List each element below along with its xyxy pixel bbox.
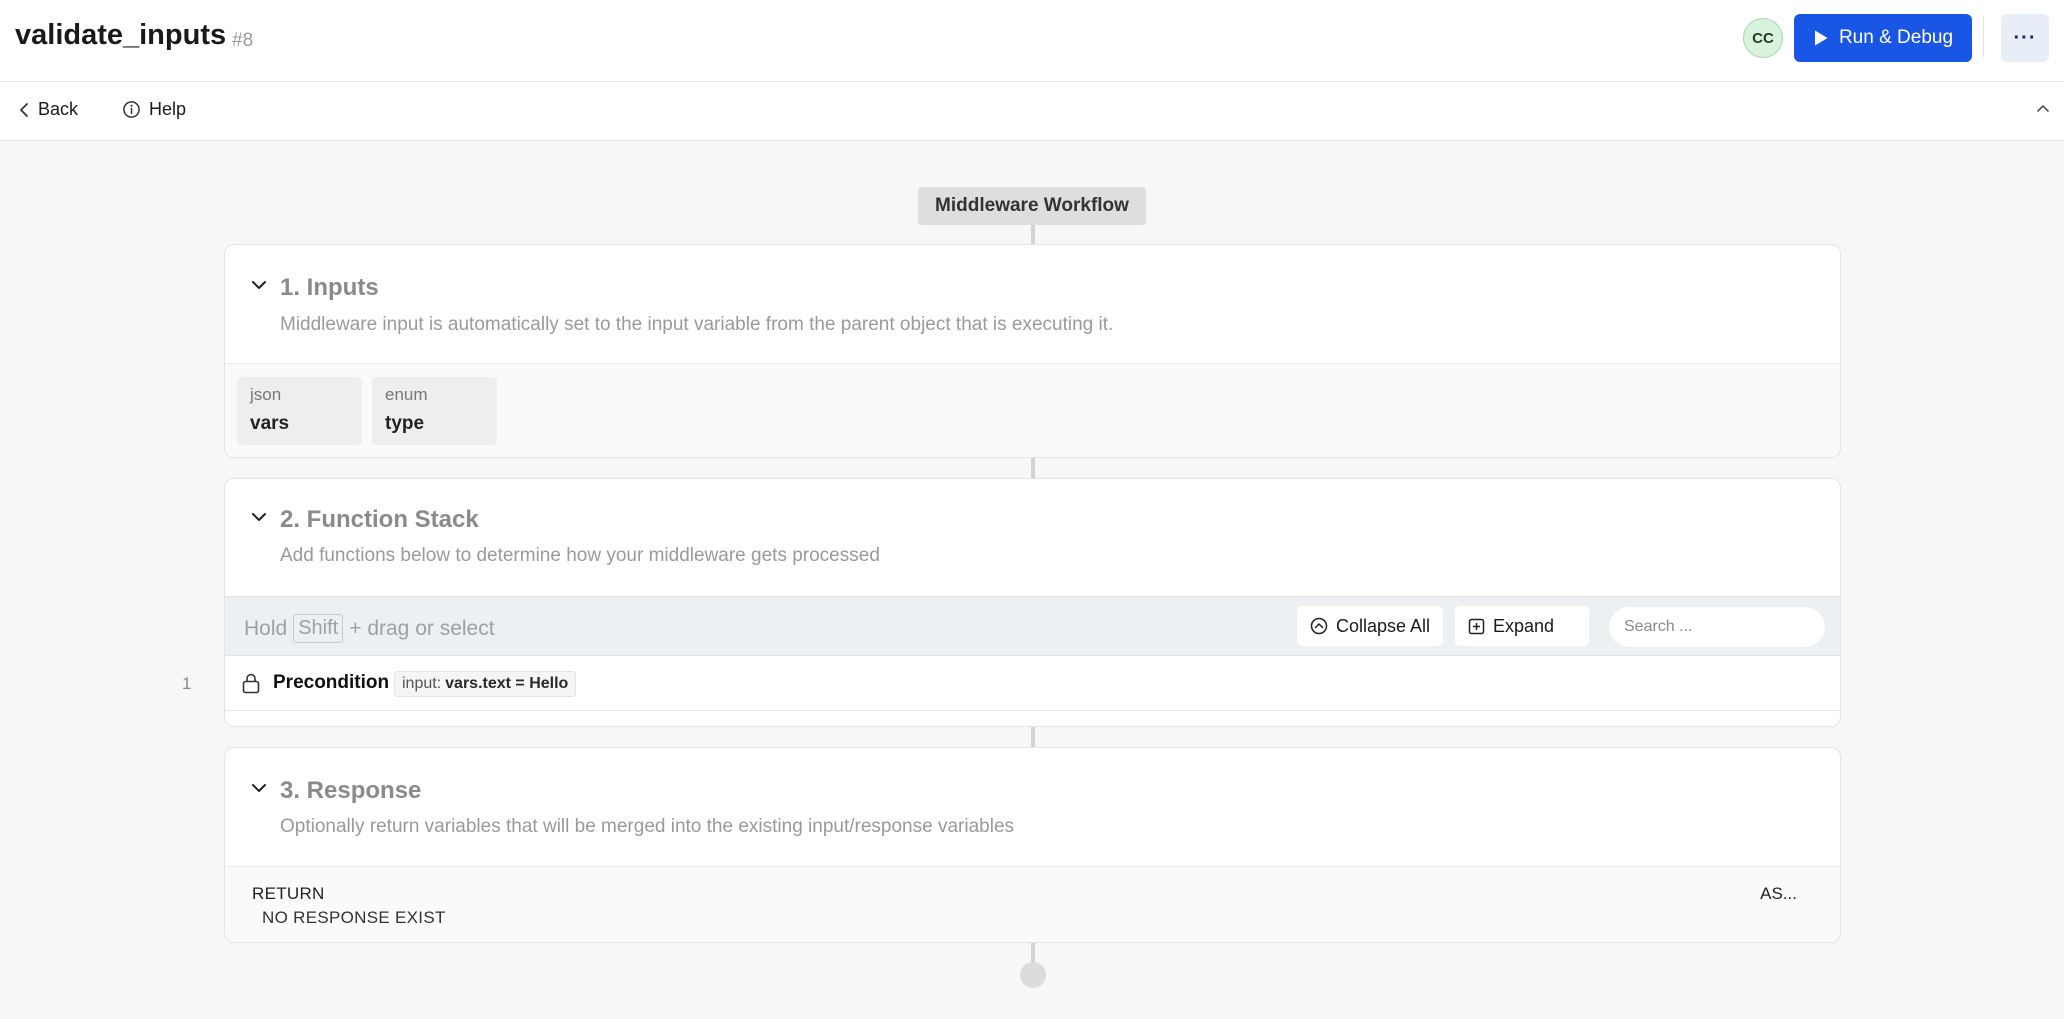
connector-line	[1031, 727, 1035, 747]
inputs-section: 1. Inputs Middleware input is automatica…	[224, 244, 1841, 458]
section-title[interactable]: 3. Response	[280, 777, 421, 805]
run-debug-button[interactable]: Run & Debug	[1794, 14, 1972, 62]
variable-type: enum	[385, 385, 428, 404]
variable-name: type	[385, 413, 425, 434]
help-button[interactable]: Help	[122, 99, 186, 120]
more-options-button[interactable]: ···	[2001, 14, 2049, 62]
workflow-label: Middleware Workflow	[918, 187, 1146, 225]
connector-line	[1031, 458, 1035, 478]
top-bar: validate_inputs #8 CC Run & Debug ···	[0, 0, 2064, 82]
expand-label: Expand	[1493, 615, 1555, 636]
input-variable[interactable]: json vars	[237, 377, 362, 445]
chevron-down-icon[interactable]	[249, 778, 269, 798]
back-button[interactable]: Back	[18, 99, 78, 120]
response-section: 3. Response Optionally return variables …	[224, 747, 1841, 943]
chevron-down-icon[interactable]	[249, 507, 269, 527]
connector-line	[1031, 225, 1035, 244]
help-label: Help	[149, 99, 187, 119]
badge-key: input:	[402, 675, 442, 692]
function-name: Precondition	[273, 672, 390, 693]
badge-value: vars.text = Hello	[445, 675, 569, 692]
chevron-down-icon[interactable]	[249, 275, 269, 295]
collapse-circle-icon	[1310, 617, 1328, 635]
variable-name: vars	[250, 413, 290, 434]
expand-button[interactable]: Expand	[1455, 606, 1589, 646]
expand-square-icon	[1468, 618, 1485, 634]
return-label: RETURN	[252, 884, 325, 903]
search-input[interactable]	[1609, 607, 1825, 647]
row-index: 1	[182, 674, 192, 693]
function-toolbar: Hold Shift + drag or select Collapse All…	[225, 596, 1840, 656]
secondary-nav: Back Help	[0, 82, 2064, 141]
collapse-all-button[interactable]: Collapse All	[1297, 606, 1444, 646]
run-debug-label: Run & Debug	[1838, 27, 1954, 48]
section-description: Add functions below to determine how you…	[280, 545, 880, 566]
item-number: #8	[232, 30, 254, 51]
shift-key: Shift	[293, 614, 344, 643]
info-icon	[123, 101, 140, 118]
divider	[1983, 17, 1984, 57]
function-condition-badge: input: vars.text = Hello	[394, 671, 577, 697]
drag-hint: Hold Shift + drag or select	[244, 614, 495, 643]
function-row[interactable]: Precondition input: vars.text = Hello	[225, 656, 1840, 711]
response-area: RETURN NO RESPONSE EXIST AS...	[225, 866, 1840, 942]
workflow-end-node	[1020, 962, 1046, 988]
hint-prefix: Hold	[244, 616, 288, 640]
as-label: AS...	[1760, 884, 1797, 903]
section-title[interactable]: 1. Inputs	[280, 274, 379, 302]
lock-icon	[242, 673, 260, 694]
function-stack-section: 2. Function Stack Add functions below to…	[224, 478, 1841, 727]
variable-type: json	[250, 385, 282, 404]
page-title: validate_inputs	[15, 19, 227, 51]
avatar[interactable]: CC	[1743, 18, 1783, 58]
hint-suffix: + drag or select	[349, 616, 495, 640]
chevron-up-icon[interactable]	[2032, 98, 2054, 120]
inputs-list: json vars enum type	[225, 363, 1840, 457]
collapse-all-label: Collapse All	[1336, 615, 1431, 636]
chevron-left-icon	[20, 102, 28, 117]
empty-response-text: NO RESPONSE EXIST	[262, 908, 446, 927]
input-variable[interactable]: enum type	[372, 377, 497, 445]
back-label: Back	[38, 99, 79, 119]
play-icon	[1814, 30, 1828, 46]
section-description: Optionally return variables that will be…	[280, 816, 1015, 837]
section-title[interactable]: 2. Function Stack	[280, 506, 479, 534]
section-description: Middleware input is automatically set to…	[280, 314, 1114, 335]
